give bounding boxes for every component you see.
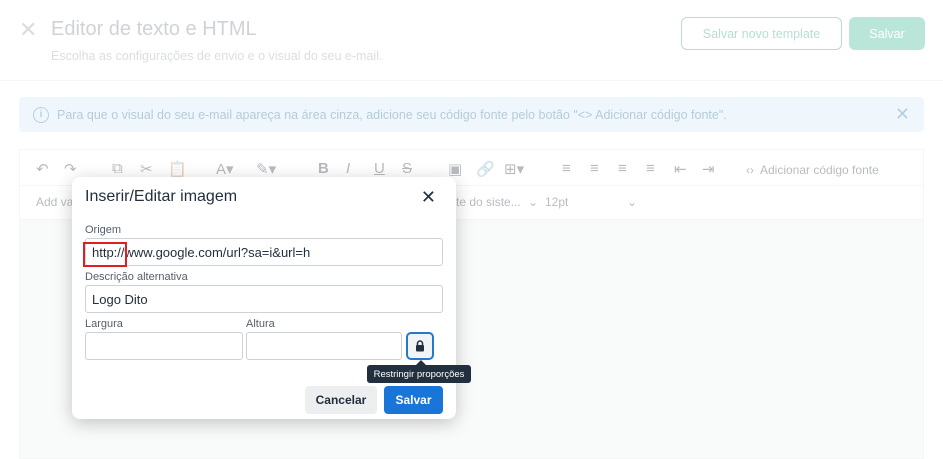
save-button[interactable]: Salvar [849,17,925,50]
add-variable-menu[interactable]: Add va [36,195,73,209]
align-justify-icon[interactable]: ≡ [646,160,655,177]
info-text: Para que o visual do seu e-mail apareça … [57,107,727,122]
source-input[interactable]: http://www.google.com/url?sa=i&url=h [85,238,443,266]
highlight-box [83,242,127,267]
divider [0,80,943,81]
add-source-code-button[interactable]: ‹› Adicionar código fonte [746,158,911,182]
dialog-title: Inserir/Editar imagem [85,188,238,205]
code-icon: ‹› [746,163,754,177]
width-label: Largura [85,318,123,330]
redo-icon[interactable]: ↷ [64,160,77,178]
font-size-select[interactable]: 12pt [545,195,568,209]
save-image-button[interactable]: Salvar [384,386,443,414]
font-family-select[interactable]: te do siste... [456,195,521,209]
align-left-icon[interactable]: ≡ [562,160,571,177]
alt-text-label: Descrição alternativa [85,271,188,283]
add-source-code-label: Adicionar código fonte [760,163,879,177]
italic-icon[interactable]: I [346,160,350,177]
alt-text-input[interactable]: Logo Dito [85,285,443,313]
outdent-icon[interactable]: ⇤ [674,160,687,178]
highlight-icon[interactable]: ✎▾ [256,160,276,178]
image-icon[interactable]: ▣ [448,160,462,178]
lock-icon [416,340,424,352]
cancel-button[interactable]: Cancelar [305,386,377,414]
chevron-down-icon: ⌄ [627,195,638,209]
indent-icon[interactable]: ⇥ [702,160,715,178]
copy-icon[interactable]: ⧉ [112,160,123,177]
undo-icon[interactable]: ↶ [36,160,49,178]
link-icon[interactable]: 🔗 [476,160,495,178]
cut-icon[interactable]: ✂ [140,160,153,178]
align-right-icon[interactable]: ≡ [618,160,627,177]
save-template-button[interactable]: Salvar novo template [681,17,842,50]
page-subtitle: Escolha as configurações de envio e o vi… [51,49,383,63]
info-icon: i [33,106,49,123]
height-label: Altura [246,318,275,330]
paste-icon[interactable]: 📋 [168,160,187,178]
page-title: Editor de texto e HTML [51,18,257,40]
height-input[interactable] [246,332,402,360]
close-icon[interactable]: ✕ [895,104,910,125]
bold-icon[interactable]: B [318,160,329,177]
info-banner: i Para que o visual do seu e-mail apareç… [19,97,924,132]
source-label: Origem [85,224,122,236]
lock-tooltip: Restringir proporções [367,360,471,383]
text-color-icon[interactable]: A▾ [216,160,234,178]
close-icon[interactable]: ✕ [19,17,37,43]
close-icon[interactable]: ✕ [421,187,436,208]
underline-icon[interactable]: U [374,160,385,177]
strikethrough-icon[interactable]: S [402,160,412,177]
constrain-proportions-button[interactable] [406,332,434,360]
chevron-down-icon: ⌄ [528,195,539,209]
align-center-icon[interactable]: ≡ [590,160,599,177]
width-input[interactable] [85,332,243,360]
table-icon[interactable]: ⊞▾ [504,160,524,178]
